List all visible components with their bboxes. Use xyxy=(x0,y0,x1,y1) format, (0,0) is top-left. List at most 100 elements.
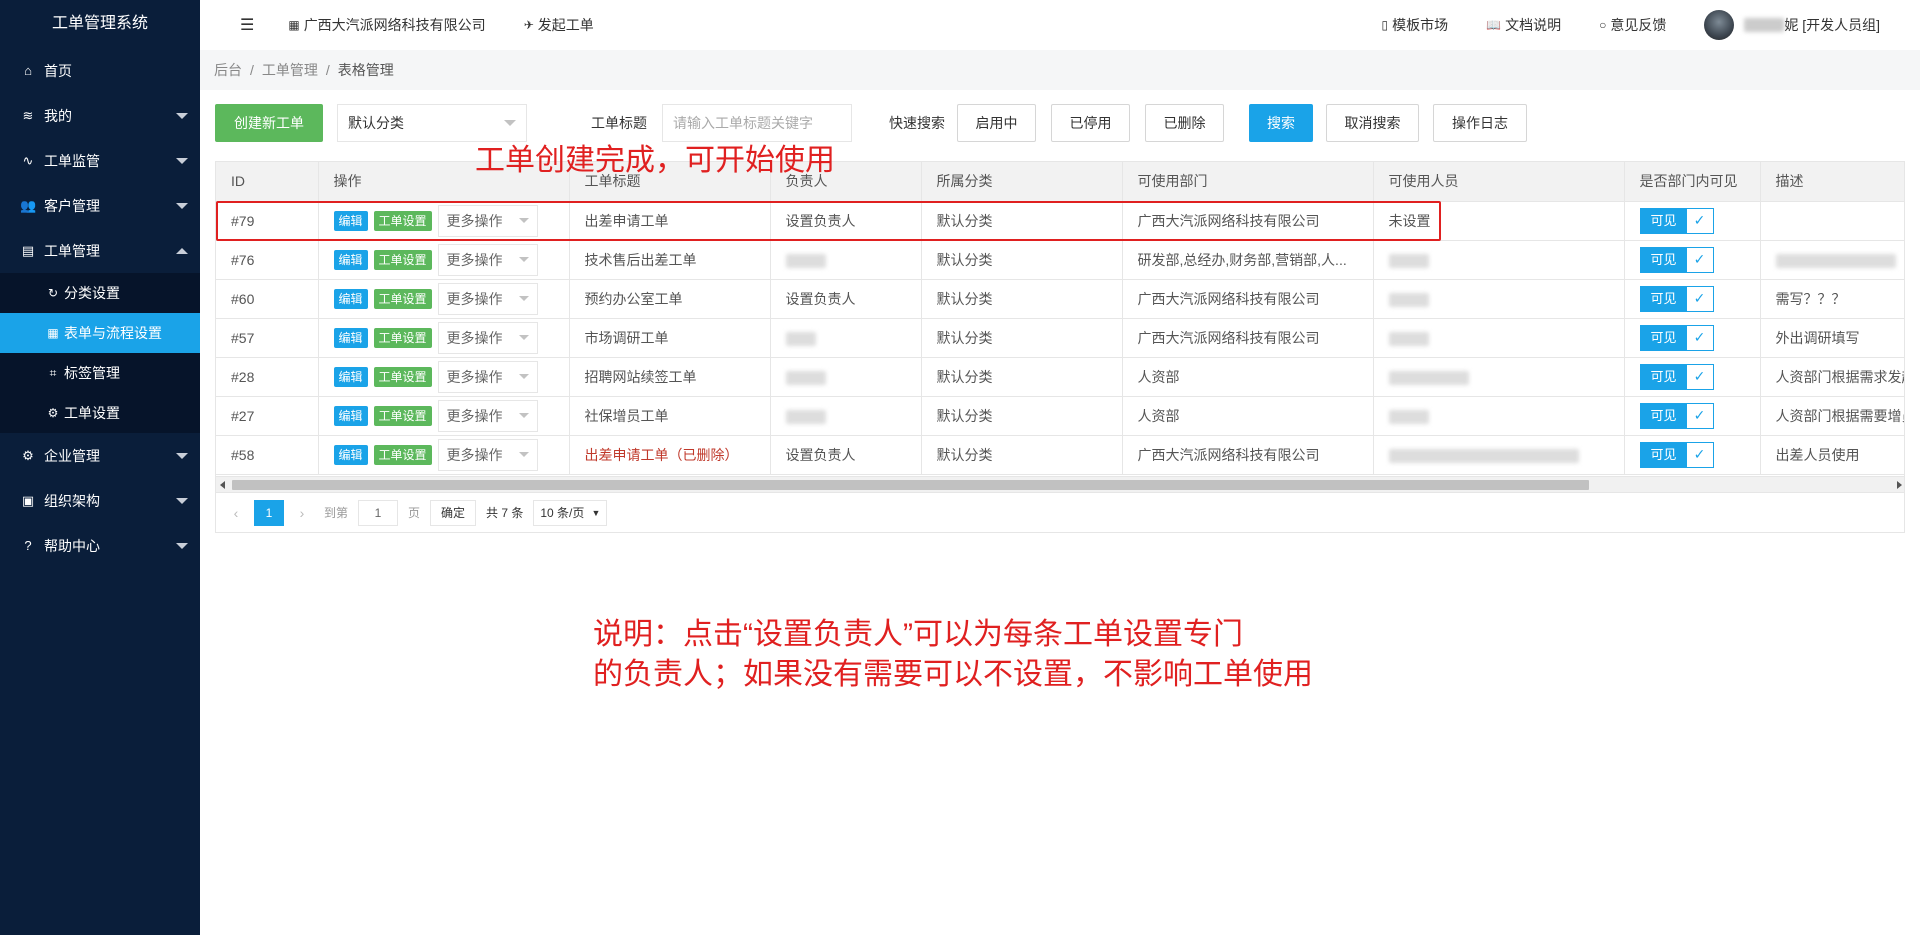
docs-link[interactable]: 📖 文档说明 xyxy=(1486,15,1561,35)
breadcrumb-item-ticket[interactable]: 工单管理 xyxy=(262,60,318,80)
sidebar-item-label: 我的 xyxy=(44,107,72,124)
sidebar-item-a2[interactable]: ∿ 工单监管 xyxy=(0,138,200,183)
ticket-settings-button[interactable]: 工单设置 xyxy=(373,444,432,465)
search-button[interactable]: 搜索 xyxy=(1249,104,1313,142)
sidebar-item-a1[interactable]: ≋ 我的 xyxy=(0,93,200,138)
total-count: 共 7 条 xyxy=(486,506,524,520)
menu-toggle-button[interactable]: ☰ xyxy=(240,15,254,35)
ticket-settings-button[interactable]: 工单设置 xyxy=(373,366,432,387)
sidebar-item-a3[interactable]: 👥 客户管理 xyxy=(0,183,200,228)
more-actions-select[interactable]: 更多操作 xyxy=(437,204,538,237)
breadcrumb-item-current: 表格管理 xyxy=(337,62,394,78)
user-menu[interactable]: 妮 [开发人员组] xyxy=(1704,10,1880,40)
cell-title: 技术售后出差工单 xyxy=(569,240,771,280)
cell-owner[interactable]: 设置负责人 xyxy=(770,435,922,475)
docs-label: 文档说明 xyxy=(1505,17,1562,33)
cell-title: 市场调研工单 xyxy=(569,318,771,358)
send-icon: ✈ xyxy=(523,18,534,32)
sidebar: 工单管理系统 ⌂ 首页 ≋ 我的 ∿ 工单监管 👥 客户管理 ▤ 工单管理 ↻ 分类设置 ▦ 表单与流程… xyxy=(0,0,200,935)
breadcrumb-separator: / xyxy=(250,62,254,78)
company-name: 广西大汽派网络科技有限公司 xyxy=(303,17,486,33)
edit-button[interactable]: 编辑 xyxy=(333,288,368,309)
visibility-toggle[interactable]: 可见 ✓ xyxy=(1639,441,1714,468)
sidebar-subitem-3[interactable]: ⚙ 工单设置 xyxy=(0,393,200,433)
create-ticket-button[interactable]: 创建新工单 xyxy=(215,104,323,142)
cell-owner[interactable]: 设置负责人 xyxy=(770,279,922,319)
sidebar-item-b1[interactable]: ▣ 组织架构 xyxy=(0,478,200,523)
scrollbar-thumb[interactable] xyxy=(232,480,1589,490)
chevron-down-icon xyxy=(518,295,529,301)
sidebar-subitem-2[interactable]: ⌗ 标签管理 xyxy=(0,353,200,393)
annotation-description-line2: 的负责人；如果没有需要可以不设置，不影响工单使用 xyxy=(593,658,1313,691)
visibility-toggle[interactable]: 可见 ✓ xyxy=(1639,285,1714,312)
page-number-current[interactable]: 1 xyxy=(254,499,284,526)
apps-icon: ▦ xyxy=(288,18,300,32)
quick-filter-deleted[interactable]: 已删除 xyxy=(1145,104,1224,142)
visibility-toggle[interactable]: 可见 ✓ xyxy=(1639,363,1714,390)
cancel-search-button[interactable]: 取消搜索 xyxy=(1326,104,1419,142)
visibility-toggle[interactable]: 可见 ✓ xyxy=(1639,324,1714,351)
company-switcher[interactable]: ▦ 广西大汽派网络科技有限公司 xyxy=(288,15,485,35)
goto-page-input[interactable]: 1 xyxy=(358,499,399,526)
cell-department: 人资部 xyxy=(1122,396,1374,436)
breadcrumb-item-home[interactable]: 后台 xyxy=(214,60,242,80)
edit-button[interactable]: 编辑 xyxy=(333,249,368,270)
edit-button[interactable]: 编辑 xyxy=(333,405,368,426)
more-actions-select[interactable]: 更多操作 xyxy=(437,438,538,471)
visibility-toggle[interactable]: 可见 ✓ xyxy=(1639,207,1714,234)
launch-ticket-button[interactable]: ✈ 发起工单 xyxy=(524,15,594,35)
feedback-link[interactable]: ○ 意见反馈 xyxy=(1599,15,1666,35)
sidebar-item-a4[interactable]: ▤ 工单管理 xyxy=(0,228,200,273)
cell-title: 出差申请工单（已删除） xyxy=(569,435,771,475)
edit-button[interactable]: 编辑 xyxy=(333,210,368,231)
sidebar-subitem-0[interactable]: ↻ 分类设置 xyxy=(0,273,200,313)
visibility-toggle[interactable]: 可见 ✓ xyxy=(1639,246,1714,273)
sidebar-item-b2[interactable]: ? 帮助中心 xyxy=(0,523,200,568)
column-header: 可使用人员 xyxy=(1373,162,1625,202)
page-size-value: 10 条/页 xyxy=(540,506,585,520)
quick-filter-enabled[interactable]: 启用中 xyxy=(957,104,1036,142)
scroll-left-icon[interactable] xyxy=(220,481,225,489)
sidebar-subitem-1[interactable]: ▦ 表单与流程设置 xyxy=(0,313,200,353)
template-market-link[interactable]: ▯ 模板市场 xyxy=(1382,15,1449,35)
edit-button[interactable]: 编辑 xyxy=(333,327,368,348)
cell-id: #60 xyxy=(216,279,319,319)
next-page-icon[interactable]: › xyxy=(292,500,312,526)
page-size-select[interactable]: 10 条/页 ▼ xyxy=(533,499,608,526)
more-actions-select[interactable]: 更多操作 xyxy=(437,360,538,393)
ticket-settings-button[interactable]: 工单设置 xyxy=(373,249,432,270)
horizontal-scrollbar[interactable] xyxy=(216,476,1904,492)
visibility-toggle[interactable]: 可见 ✓ xyxy=(1639,402,1714,429)
cell-owner[interactable]: 设置负责人 xyxy=(770,201,922,241)
operation-log-button[interactable]: 操作日志 xyxy=(1433,104,1527,142)
cell-id: #58 xyxy=(216,435,319,475)
scroll-right-icon[interactable] xyxy=(1897,481,1902,489)
more-actions-select[interactable]: 更多操作 xyxy=(437,321,538,354)
ticket-settings-button[interactable]: 工单设置 xyxy=(373,210,432,231)
ticket-settings-button[interactable]: 工单设置 xyxy=(373,327,432,348)
sidebar-item-a0[interactable]: ⌂ 首页 xyxy=(0,48,200,93)
edit-button[interactable]: 编辑 xyxy=(333,444,368,465)
sidebar-item-b0[interactable]: ⚙ 企业管理 xyxy=(0,433,200,478)
chevron-down-icon xyxy=(518,412,529,418)
quick-filter-disabled[interactable]: 已停用 xyxy=(1051,104,1130,142)
edit-button[interactable]: 编辑 xyxy=(333,366,368,387)
cell-department: 广西大汽派网络科技有限公司 xyxy=(1122,279,1374,319)
ticket-settings-button[interactable]: 工单设置 xyxy=(373,405,432,426)
user-name-blurred xyxy=(1744,18,1785,32)
grid-icon: ▦ xyxy=(47,326,59,340)
launch-ticket-label: 发起工单 xyxy=(537,17,594,33)
prev-page-icon[interactable]: ‹ xyxy=(226,500,246,526)
blurred-value xyxy=(785,253,826,268)
more-actions-select[interactable]: 更多操作 xyxy=(437,399,538,432)
ticket-settings-button[interactable]: 工单设置 xyxy=(373,288,432,309)
goto-confirm-button[interactable]: 确定 xyxy=(430,499,477,526)
table-row: #27 编辑 工单设置 更多操作 社保增员工单 默认分类 人资部 可见 ✓ 人资部门根据需要增员 xyxy=(216,396,1904,436)
cell-department: 人资部 xyxy=(1122,357,1374,397)
cell-title: 预约办公室工单 xyxy=(569,279,771,319)
check-icon: ✓ xyxy=(1686,208,1713,233)
more-actions-select[interactable]: 更多操作 xyxy=(437,282,538,315)
table-row: #76 编辑 工单设置 更多操作 技术售后出差工单 默认分类 研发部,总经办,财务部,营销部… xyxy=(216,240,1904,280)
more-actions-select[interactable]: 更多操作 xyxy=(437,243,538,276)
sidebar-subitem-label: 标签管理 xyxy=(64,365,120,381)
